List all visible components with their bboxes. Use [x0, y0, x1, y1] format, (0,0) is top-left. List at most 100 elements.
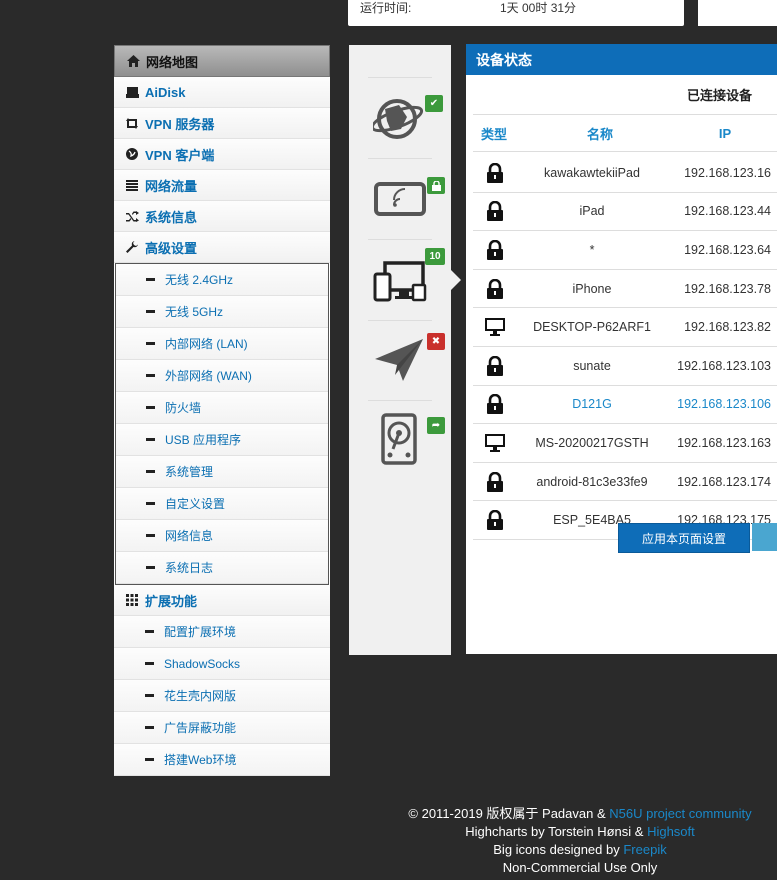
footer-link-freepik[interactable]: Freepik — [623, 842, 666, 857]
error-x-icon: ✖ — [427, 333, 445, 350]
dash-icon — [146, 310, 155, 313]
dash-icon — [146, 566, 155, 569]
submenu-item-ext-env[interactable]: 配置扩展环境 — [114, 616, 330, 648]
separator — [368, 158, 432, 159]
submenu-item-label: 花生壳内网版 — [164, 689, 237, 703]
client-ip: 192.168.123.103 — [677, 358, 771, 373]
dash-icon — [145, 758, 154, 761]
separator — [368, 400, 432, 401]
lock-icon — [473, 162, 517, 183]
client-name: iPad — [579, 204, 605, 219]
footer: © 2011-2019 版权属于 Padavan & N56U project … — [380, 805, 777, 877]
submenu-item-usb[interactable]: USB 应用程序 — [116, 424, 328, 456]
dash-icon — [145, 630, 154, 633]
sidebar-item-traffic[interactable]: 网络流量 — [114, 170, 330, 201]
network-map-icons: ✔ 10 ✖ ➦ — [349, 45, 451, 655]
submenu-item-adblock[interactable]: 广告屏蔽功能 — [114, 712, 330, 744]
submenu-item-firewall[interactable]: 防火墙 — [116, 392, 328, 424]
sidebar-item-aidisk[interactable]: AiDisk — [114, 77, 330, 108]
submenu-item-netinfo[interactable]: 网络信息 — [116, 520, 328, 552]
sidebar-item-label: 系统信息 — [145, 209, 198, 225]
column-type[interactable]: 类型 — [473, 124, 525, 143]
internet-globe-icon — [370, 99, 427, 148]
column-name[interactable]: 名称 — [525, 124, 675, 143]
submenu-item-wan[interactable]: 外部网络 (WAN) — [116, 360, 328, 392]
table-row[interactable]: D121G 192.168.123.106 — [473, 386, 777, 425]
lock-icon — [473, 471, 517, 492]
tab-connected-devices[interactable]: 已连接设备 — [687, 85, 752, 104]
home-icon — [126, 54, 140, 68]
submenu-item-custom[interactable]: 自定义设置 — [116, 488, 328, 520]
check-icon: ✔ — [425, 95, 443, 112]
sidebar-item-label: VPN 服务器 — [145, 116, 215, 132]
client-name: D121G — [572, 397, 612, 412]
submenu-item-lan[interactable]: 内部网络 (LAN) — [116, 328, 328, 360]
client-table-body: kawakawtekiiPad 192.168.123.16 iPad 192.168… — [473, 154, 777, 540]
footer-highcharts: Highcharts by Torstein Hønsi & — [465, 824, 648, 839]
submenu-item-admin[interactable]: 系统管理 — [116, 456, 328, 488]
hard-disk-icon — [373, 413, 427, 470]
usb-printer-status[interactable]: ✖ — [373, 333, 445, 392]
client-ip: 192.168.123.16 — [684, 165, 771, 180]
table-row[interactable]: * 192.168.123.64 — [473, 231, 777, 270]
sidebar-item-extensions[interactable]: 扩展功能 — [114, 585, 330, 616]
sidebar-item-vpn-server[interactable]: VPN 服务器 — [114, 108, 330, 139]
clients-status[interactable]: 10 — [373, 248, 445, 309]
submenu-item-label: USB 应用程序 — [165, 433, 242, 447]
table-row[interactable]: android-81c3e33fe9 192.168.123.174 — [473, 463, 777, 502]
submenu-item-label: 系统日志 — [165, 561, 214, 575]
lock-icon — [473, 355, 517, 376]
sidebar-item-vpn-client[interactable]: VPN 客户端 — [114, 139, 330, 170]
table-row[interactable]: DESKTOP-P62ARF1 192.168.123.82 — [473, 308, 777, 347]
table-row[interactable]: iPad 192.168.123.44 — [473, 193, 777, 232]
submenu-item-wifi5[interactable]: 无线 5GHz — [116, 296, 328, 328]
sidebar-item-label: 高级设置 — [145, 240, 198, 256]
sidebar-item-label: VPN 客户端 — [145, 147, 215, 163]
apply-button[interactable]: 应用本页面设置 — [618, 523, 750, 553]
computer-icon — [473, 318, 517, 337]
internet-status[interactable]: ✔ — [370, 91, 443, 148]
sidebar-item-label: 扩展功能 — [145, 593, 198, 609]
footer-link-community[interactable]: N56U project community — [609, 806, 751, 821]
dash-icon — [145, 694, 154, 697]
dash-icon — [146, 342, 155, 345]
submenu-item-phddns[interactable]: 花生壳内网版 — [114, 680, 330, 712]
table-row[interactable]: MS-20200217GSTH 192.168.123.163 — [473, 424, 777, 463]
sidebar-item-sysinfo[interactable]: 系统信息 — [114, 201, 330, 232]
paper-plane-icon — [373, 339, 427, 392]
wireless-status[interactable] — [373, 173, 445, 227]
device-status-panel: 设备状态 已连接设备 类型 名称 IP kawakawtekiiPad 192.1… — [466, 44, 777, 654]
grid-icon — [125, 593, 139, 607]
computer-icon — [473, 433, 517, 452]
secondary-button[interactable] — [752, 523, 777, 551]
dash-icon — [146, 534, 155, 537]
clients-count-badge: 10 — [425, 248, 445, 265]
advanced-submenu: 无线 2.4GHz 无线 5GHz 内部网络 (LAN) 外部网络 (WAN) … — [115, 263, 329, 585]
disk-icon — [125, 85, 139, 99]
table-row[interactable]: iPhone 192.168.123.78 — [473, 270, 777, 309]
sidebar-item-label: AiDisk — [145, 84, 186, 100]
lock-icon — [473, 278, 517, 299]
client-ip: 192.168.123.174 — [677, 474, 771, 489]
sidebar-item-network-map[interactable]: 网络地图 — [114, 45, 330, 77]
separator — [368, 77, 432, 78]
sidebar-item-advanced[interactable]: 高级设置 — [114, 232, 330, 263]
dash-icon — [146, 406, 155, 409]
footer-license: Non-Commercial Use Only — [502, 860, 658, 875]
separator — [368, 320, 432, 321]
random-icon — [125, 209, 139, 223]
lock-icon — [473, 201, 517, 222]
selected-pointer — [451, 270, 461, 290]
usb-disk-status[interactable]: ➦ — [373, 413, 445, 470]
submenu-item-wifi24[interactable]: 无线 2.4GHz — [116, 264, 328, 296]
client-ip: 192.168.123.78 — [684, 281, 771, 296]
column-ip[interactable]: IP — [675, 126, 775, 141]
table-row[interactable]: sunate 192.168.123.103 — [473, 347, 777, 386]
submenu-item-shadowsocks[interactable]: ShadowSocks — [114, 648, 330, 680]
footer-link-highsoft[interactable]: Highsoft — [647, 824, 695, 839]
table-row[interactable]: kawakawtekiiPad 192.168.123.16 — [473, 154, 777, 193]
submenu-item-web-env[interactable]: 搭建Web环境 — [114, 744, 330, 776]
extensions-submenu: 配置扩展环境 ShadowSocks 花生壳内网版 广告屏蔽功能 搭建Web环境 — [114, 616, 330, 776]
table-header: 类型 名称 IP — [473, 114, 777, 152]
submenu-item-syslog[interactable]: 系统日志 — [116, 552, 328, 584]
